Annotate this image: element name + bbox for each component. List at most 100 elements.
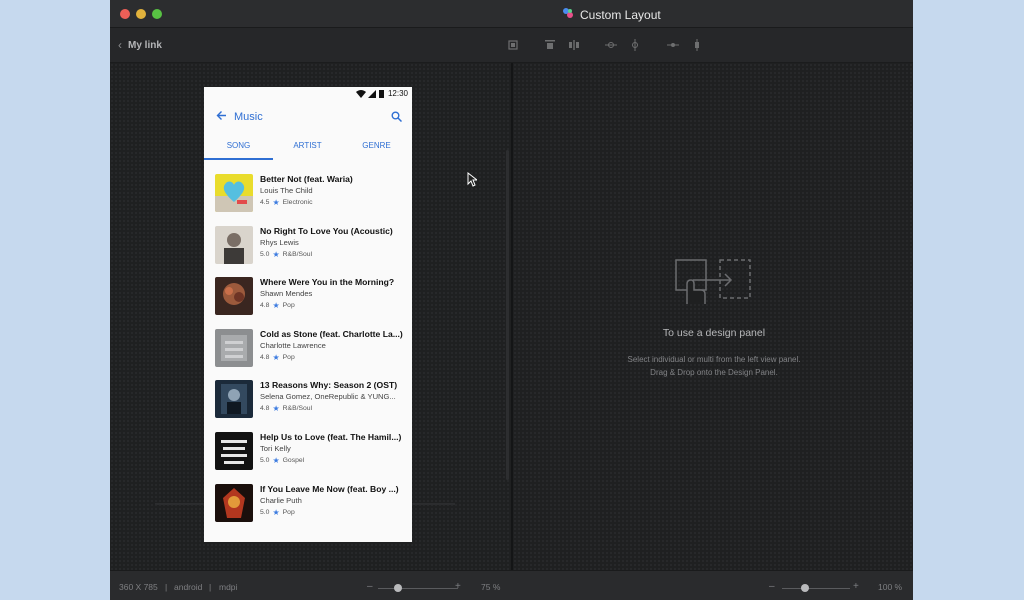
align-top-icon[interactable]: [543, 38, 557, 52]
album-cover: [215, 483, 253, 522]
left-zoom-level: 75 %: [481, 582, 501, 592]
song-title: Help Us to Love (feat. The Hamil...): [260, 431, 402, 442]
arrow-back-icon[interactable]: [216, 110, 227, 121]
song-genre: R&B/Soul: [282, 250, 313, 258]
right-zoom-slider-knob[interactable]: [801, 584, 809, 592]
design-panel-desc-line: Select individual or multi from the left…: [627, 355, 801, 364]
platform-label: android: [174, 582, 203, 592]
design-panel-description: Select individual or multi from the left…: [600, 353, 828, 379]
right-zoom-out-button[interactable]: –: [769, 581, 775, 592]
list-item[interactable]: Help Us to Love (feat. The Hamil...) Tor…: [204, 426, 412, 478]
left-zoom-slider-track[interactable]: [378, 588, 458, 589]
search-icon[interactable]: [391, 111, 402, 122]
back-link[interactable]: ‹ My link: [118, 38, 162, 52]
song-rating: 5.0: [260, 456, 270, 464]
song-meta: 5.0 ★ R&B/Soul: [260, 250, 312, 259]
status-separator: |: [209, 582, 212, 592]
toolbar: ‹ My link: [110, 28, 913, 63]
spacing-vertical-icon[interactable]: [690, 38, 704, 52]
title-bar: Custom Layout: [110, 0, 913, 28]
status-separator: |: [165, 582, 168, 592]
song-meta: 4.5 ★ Electronic: [260, 198, 312, 207]
phone-preview[interactable]: 12:30 Music SONG ARTIST GENRE Better Not…: [204, 87, 412, 542]
app-bar: Music: [204, 101, 412, 134]
app-logo-icon: [562, 6, 574, 24]
song-title: Better Not (feat. Waria): [260, 174, 353, 184]
song-meta: 4.8 ★ Pop: [260, 301, 295, 310]
song-meta: 4.8 ★ R&B/Soul: [260, 404, 312, 413]
song-genre: Pop: [282, 302, 295, 310]
list-item[interactable]: Where Were You in the Morning? Shawn Men…: [204, 271, 412, 323]
list-item[interactable]: If You Leave Me Now (feat. Boy ...) Char…: [204, 478, 412, 530]
align-center-icon[interactable]: [567, 38, 581, 52]
wifi-icon: [356, 90, 366, 98]
album-cover: [215, 431, 253, 470]
right-zoom-in-button[interactable]: +: [853, 581, 859, 592]
design-panel-desc-line: Drag & Drop onto the Design Panel.: [650, 368, 778, 377]
signal-icon: [368, 90, 376, 98]
album-cover: [215, 277, 253, 316]
minimize-window-button[interactable]: [136, 9, 146, 19]
tab-song[interactable]: SONG: [204, 134, 273, 160]
chevron-left-icon: ‹: [118, 38, 122, 52]
window-title-group: Custom Layout: [562, 6, 661, 24]
album-cover: [215, 328, 253, 367]
star-icon: ★: [272, 198, 280, 207]
right-zoom-level: 100 %: [878, 582, 903, 592]
song-artist: Louis The Child: [260, 186, 313, 195]
song-rating: 5.0: [260, 508, 270, 516]
song-artist: Charlotte Lawrence: [260, 340, 326, 350]
phone-status-bar: 12:30: [204, 87, 412, 101]
song-title: No Right To Love You (Acoustic): [260, 225, 393, 236]
status-bar: 360 X 785 | android | mdpi – + 75 % – + …: [110, 570, 913, 600]
maximize-window-button[interactable]: [152, 9, 162, 19]
close-window-button[interactable]: [120, 9, 130, 19]
song-rating: 4.8: [260, 405, 270, 413]
song-meta: 5.0 ★ Pop: [260, 508, 295, 517]
song-artist: Selena Gomez, OneRepublic & YUNG...: [260, 392, 396, 402]
app-bar-title: Music: [234, 111, 263, 123]
song-title: If You Leave Me Now (feat. Boy ...): [260, 483, 399, 494]
song-title: Where Were You in the Morning?: [260, 277, 395, 288]
distribute-horizontal-icon[interactable]: [604, 38, 618, 52]
star-icon: ★: [272, 352, 280, 362]
left-zoom-slider-knob[interactable]: [394, 584, 402, 592]
song-rating: 4.8: [260, 353, 270, 361]
design-panel: [513, 63, 913, 570]
drag-drop-icon: [675, 259, 751, 304]
spacing-horizontal-icon[interactable]: [666, 38, 680, 52]
album-cover: [215, 380, 253, 419]
song-artist: Shawn Mendes: [260, 289, 313, 299]
density-label: mdpi: [219, 582, 238, 592]
song-rating: 4.8: [260, 302, 270, 310]
song-genre: R&B/Soul: [282, 405, 313, 413]
list-item[interactable]: Cold as Stone (feat. Charlotte La...) Ch…: [204, 323, 412, 375]
mouse-cursor-icon: [467, 172, 477, 187]
battery-icon: [379, 90, 384, 98]
tab-genre[interactable]: GENRE: [342, 134, 411, 160]
song-rating: 4.5: [260, 199, 270, 206]
left-zoom-out-button[interactable]: –: [367, 581, 373, 592]
star-icon: ★: [272, 455, 280, 465]
distribute-vertical-icon[interactable]: [628, 38, 642, 52]
window-title: Custom Layout: [580, 8, 661, 22]
song-genre: Gospel: [282, 456, 305, 464]
view-panel-scrollbar[interactable]: [506, 150, 509, 480]
left-zoom-in-button[interactable]: +: [455, 581, 461, 592]
frame-icon[interactable]: [506, 38, 520, 52]
phone-time: 12:30: [387, 89, 408, 98]
star-icon: ★: [272, 249, 280, 259]
active-tab-indicator: [204, 158, 273, 160]
star-icon: ★: [272, 507, 280, 517]
song-title: Cold as Stone (feat. Charlotte La...): [260, 328, 403, 339]
song-artist: Charlie Puth: [260, 495, 302, 505]
design-panel-title: To use a design panel: [662, 327, 766, 339]
tab-artist[interactable]: ARTIST: [273, 134, 342, 160]
song-genre: Pop: [282, 353, 295, 361]
right-zoom-slider-track[interactable]: [782, 588, 850, 589]
list-item[interactable]: 13 Reasons Why: Season 2 (OST) Selena Go…: [204, 374, 412, 426]
album-cover: [215, 225, 253, 264]
list-item[interactable]: Better Not (feat. Waria) Louis The Child…: [204, 168, 412, 220]
list-item[interactable]: No Right To Love You (Acoustic) Rhys Lew…: [204, 220, 412, 272]
song-meta: 5.0 ★ Gospel: [260, 456, 304, 465]
